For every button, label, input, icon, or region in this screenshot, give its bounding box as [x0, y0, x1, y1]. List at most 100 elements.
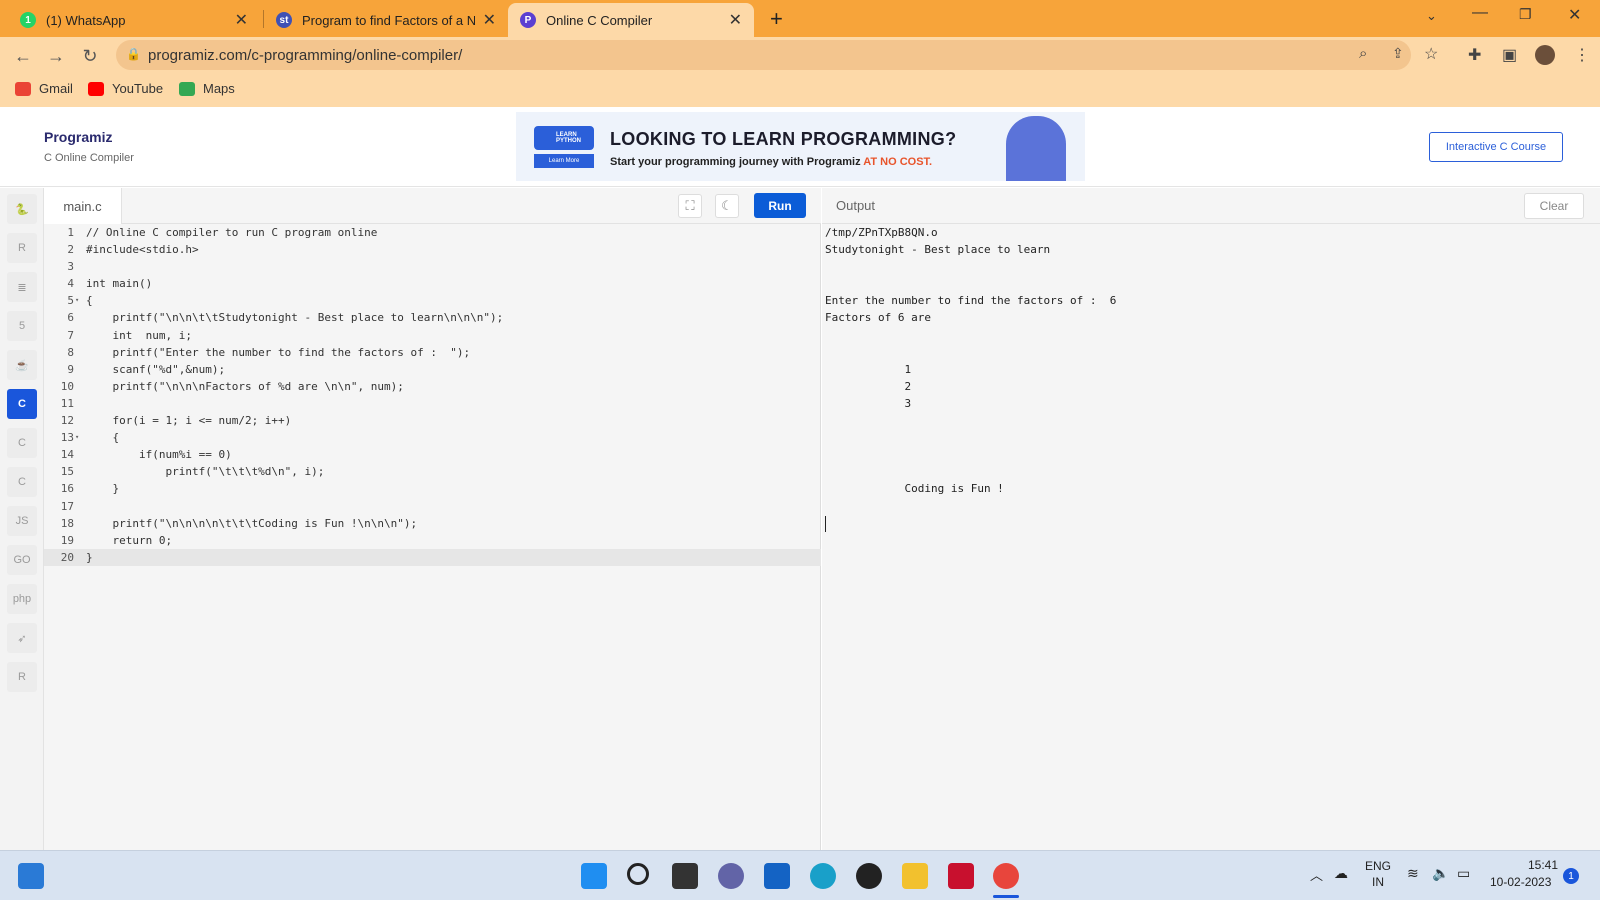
- line-number: 13: [60, 431, 74, 445]
- code-line[interactable]: 12 for(i = 1; i <= num/2; i++): [44, 412, 821, 429]
- programiz-logo[interactable]: Programiz: [44, 129, 112, 145]
- code-line[interactable]: 7 int num, i;: [44, 327, 821, 344]
- java-icon[interactable]: ☕: [7, 350, 37, 380]
- show-hidden-icons-chevron-icon[interactable]: ︿: [1310, 865, 1323, 884]
- browser-tab-online-c-compiler[interactable]: P Online C Compiler ✕: [508, 3, 754, 37]
- code-line[interactable]: 10 printf("\n\n\nFactors of %d are \n\n"…: [44, 378, 821, 395]
- code-line[interactable]: 1 // Online C compiler to run C program o…: [44, 224, 821, 241]
- language-indicator[interactable]: ENG: [1365, 859, 1391, 873]
- forward-icon[interactable]: →: [43, 43, 69, 69]
- cpp-icon[interactable]: C: [7, 428, 37, 458]
- start-icon[interactable]: [581, 863, 607, 889]
- code-editor[interactable]: main.c ⛶ ☾ Run 1 // Online C compiler to …: [44, 188, 821, 850]
- python-icon[interactable]: 🐍: [7, 194, 37, 224]
- ad-banner[interactable]: LEARN PYTHON Learn More LOOKING TO LEARN…: [516, 112, 1085, 181]
- chrome-icon[interactable]: [993, 863, 1019, 889]
- code-line[interactable]: 9 scanf("%d",&num);: [44, 361, 821, 378]
- code-line[interactable]: 13 ▾ {: [44, 429, 821, 446]
- new-tab-button[interactable]: +: [770, 6, 783, 32]
- battery-icon[interactable]: ▭: [1457, 865, 1470, 882]
- fold-chevron-icon[interactable]: ▾: [75, 292, 79, 309]
- address-bar[interactable]: 🔒 programiz.com/c-programming/online-com…: [116, 40, 1438, 70]
- code-line[interactable]: 5 ▾ {: [44, 292, 821, 309]
- clock-time[interactable]: 15:41: [1528, 858, 1558, 872]
- swift-icon[interactable]: ➶: [7, 623, 37, 653]
- dell-icon[interactable]: [856, 863, 882, 889]
- tab-search-chevron-icon[interactable]: ⌄: [1426, 8, 1437, 24]
- close-tab-icon[interactable]: ✕: [483, 10, 496, 30]
- code-line[interactable]: 11: [44, 395, 821, 412]
- code-area[interactable]: 1 // Online C compiler to run C program o…: [44, 224, 821, 566]
- teams-chat-icon[interactable]: [718, 863, 744, 889]
- code-text: // Online C compiler to run C program on…: [86, 226, 378, 239]
- javascript-icon[interactable]: JS: [7, 506, 37, 536]
- code-text: }: [86, 550, 93, 564]
- go-icon[interactable]: GO: [7, 545, 37, 575]
- c-icon[interactable]: C: [7, 389, 37, 419]
- file-tab-main-c[interactable]: main.c: [44, 188, 122, 224]
- search-icon[interactable]: [627, 863, 649, 885]
- mcafee-icon[interactable]: [948, 863, 974, 889]
- line-number: 7: [67, 328, 74, 342]
- code-line[interactable]: 8 printf("Enter the number to find the f…: [44, 344, 821, 361]
- sql-icon[interactable]: ≣: [7, 272, 37, 302]
- zoom-icon[interactable]: ⌕: [1359, 45, 1367, 62]
- minimize-icon[interactable]: —: [1472, 4, 1488, 22]
- edge-icon[interactable]: [810, 863, 836, 889]
- fullscreen-icon[interactable]: ⛶: [678, 194, 702, 218]
- code-line[interactable]: 17: [44, 498, 821, 515]
- clear-button[interactable]: Clear: [1524, 193, 1584, 219]
- reload-icon[interactable]: ↻: [77, 43, 103, 69]
- close-tab-icon[interactable]: ✕: [235, 10, 248, 30]
- bookmark-star-icon[interactable]: ☆: [1424, 44, 1438, 64]
- clock-date[interactable]: 10-02-2023: [1490, 875, 1551, 889]
- php-icon[interactable]: php: [7, 584, 37, 614]
- microsoft-store-icon[interactable]: [764, 863, 790, 889]
- onedrive-icon[interactable]: ☁: [1334, 865, 1348, 882]
- dark-mode-icon[interactable]: ☾: [715, 194, 739, 218]
- csharp-icon[interactable]: C: [7, 467, 37, 497]
- profile-avatar[interactable]: [1535, 45, 1555, 65]
- extensions-icon[interactable]: ✚: [1468, 45, 1481, 65]
- code-line[interactable]: 4 int main(): [44, 275, 821, 292]
- bookmark-youtube[interactable]: YouTube: [88, 81, 163, 96]
- output-text[interactable]: /tmp/ZPnTXpB8QN.o Studytonight - Best pla…: [825, 224, 1116, 498]
- region-indicator[interactable]: IN: [1372, 875, 1384, 889]
- browser-tab-whatsapp[interactable]: 1 (1) WhatsApp ✕: [8, 3, 260, 37]
- banner-learn-button[interactable]: Learn More: [534, 154, 594, 168]
- side-panel-icon[interactable]: ▣: [1502, 45, 1517, 65]
- file-explorer-icon[interactable]: [902, 863, 928, 889]
- back-icon[interactable]: ←: [10, 43, 36, 69]
- r-icon[interactable]: R: [7, 233, 37, 263]
- menu-icon[interactable]: ⋮: [1574, 45, 1590, 65]
- output-header: Output Clear: [822, 188, 1600, 224]
- bookmark-gmail[interactable]: Gmail: [15, 81, 73, 96]
- code-line[interactable]: 14 if(num%i == 0): [44, 446, 821, 463]
- notification-badge[interactable]: 1: [1563, 868, 1579, 884]
- code-line[interactable]: 3: [44, 258, 821, 275]
- browser-tab-studytonight[interactable]: st Program to find Factors of a Num ✕: [264, 3, 508, 37]
- bookmark-maps[interactable]: Maps: [179, 81, 235, 96]
- close-window-icon[interactable]: ✕: [1568, 5, 1581, 25]
- rust-icon[interactable]: R: [7, 662, 37, 692]
- code-line[interactable]: 2 #include<stdio.h>: [44, 241, 821, 258]
- windows-taskbar: ︿ ☁ ENG IN ≋ 🔈 ▭ 15:41 10-02-2023 1: [0, 850, 1600, 900]
- widgets-icon[interactable]: [18, 863, 44, 889]
- code-line[interactable]: 16 }: [44, 480, 821, 497]
- code-line[interactable]: 20}: [44, 548, 821, 566]
- fold-chevron-icon[interactable]: ▾: [75, 429, 79, 446]
- share-icon[interactable]: ⇪: [1392, 45, 1404, 62]
- code-line[interactable]: 19 return 0;: [44, 532, 821, 549]
- volume-icon[interactable]: 🔈: [1432, 865, 1449, 882]
- run-button[interactable]: Run: [754, 193, 806, 218]
- code-line[interactable]: 18 printf("\n\n\n\n\t\t\tCoding is Fun !…: [44, 515, 821, 532]
- code-line[interactable]: 6 printf("\n\n\t\tStudytonight - Best pl…: [44, 309, 821, 326]
- html-icon[interactable]: 5: [7, 311, 37, 341]
- close-tab-icon[interactable]: ✕: [729, 10, 742, 30]
- wifi-icon[interactable]: ≋: [1407, 865, 1419, 882]
- task-view-icon[interactable]: [672, 863, 698, 889]
- interactive-c-course-button[interactable]: Interactive C Course: [1429, 132, 1563, 162]
- restore-icon[interactable]: ❐: [1519, 6, 1532, 23]
- code-line[interactable]: 15 printf("\t\t\t%d\n", i);: [44, 463, 821, 480]
